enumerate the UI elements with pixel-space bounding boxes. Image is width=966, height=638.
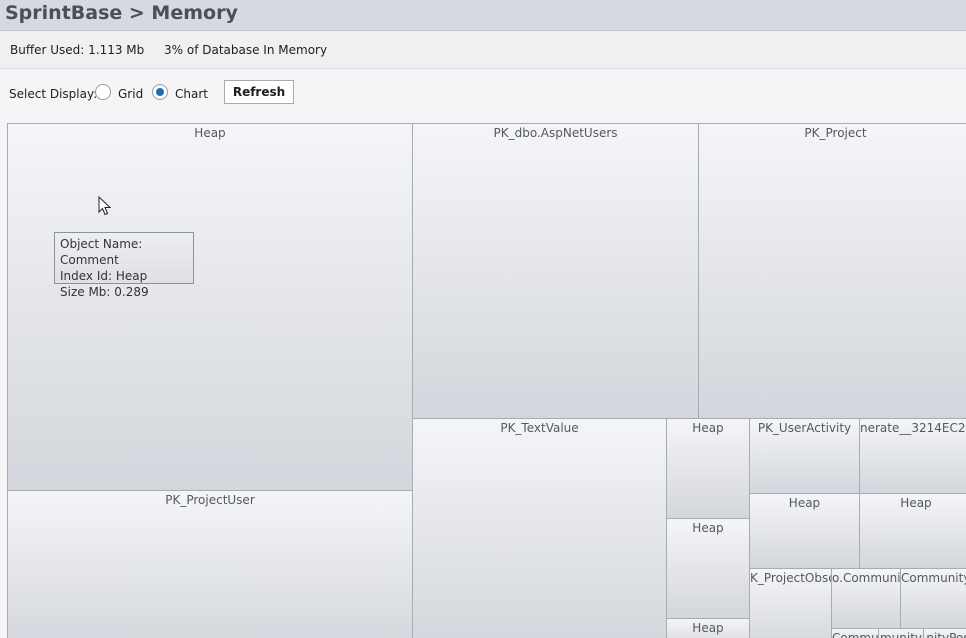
mouse-pointer-icon <box>98 195 112 220</box>
treemap-tile-community-post[interactable]: nityPos <box>923 628 966 638</box>
treemap-tile-pk-textvalue[interactable]: PK_TextValue <box>412 418 667 638</box>
chart-radio-label[interactable]: Chart <box>175 87 208 101</box>
info-bar: Buffer Used: 1.113 Mb 3% of Database In … <box>0 31 966 69</box>
buffer-used-text: Buffer Used: 1.113 Mb <box>10 43 145 57</box>
grid-radio[interactable] <box>95 84 111 100</box>
treemap-tile-pk-aspnetusers[interactable]: PK_dbo.AspNetUsers <box>412 123 699 419</box>
grid-radio-label[interactable]: Grid <box>118 87 143 101</box>
treemap-tile-pk-useractivity[interactable]: PK_UserActivity <box>749 418 860 494</box>
treemap-tile-community-small[interactable]: munity <box>878 628 924 638</box>
db-in-memory-text: 3% of Database In Memory <box>164 43 328 57</box>
title-bar: SprintBase > Memory <box>0 0 966 31</box>
tooltip-size-mb: Size Mb: 0.289 <box>60 285 149 299</box>
treemap-tile-community[interactable]: o.Community <box>831 568 901 629</box>
refresh-button[interactable]: Refresh <box>224 80 294 104</box>
select-display-label: Select Display: <box>9 87 98 101</box>
treemap-tile-generated-pk[interactable]: nerate__3214EC2792 <box>859 418 966 494</box>
treemap-tile-pk-projectuser[interactable]: PK_ProjectUser <box>7 490 413 638</box>
treemap-tile-heap[interactable]: Heap <box>7 123 413 491</box>
treemap-tile-pk-project[interactable]: PK_Project <box>698 123 966 419</box>
treemap-tile-pk-projectobserver[interactable]: K_ProjectObserv <box>749 568 832 638</box>
treemap-tile-community-small[interactable]: Commu <box>831 628 879 638</box>
treemap-tile-heap[interactable]: Heap <box>749 493 860 569</box>
treemap-tile-heap[interactable]: Heap <box>859 493 966 569</box>
tooltip-object-name: Object Name: Comment <box>60 237 143 267</box>
chart-radio[interactable] <box>152 84 168 100</box>
treemap-tooltip: Object Name: Comment Index Id: Heap Size… <box>54 232 194 299</box>
treemap-tile-heap[interactable]: Heap <box>666 618 750 638</box>
treemap-tile-community-c[interactable]: CommunityC <box>900 568 966 629</box>
treemap-tile-heap[interactable]: Heap <box>666 518 750 619</box>
page-title: SprintBase > Memory <box>5 2 238 24</box>
tooltip-index-id: Index Id: Heap <box>60 269 148 283</box>
treemap-tile-heap[interactable]: Heap <box>666 418 750 519</box>
display-controls: Select Display: Grid Chart Refresh <box>0 69 966 121</box>
